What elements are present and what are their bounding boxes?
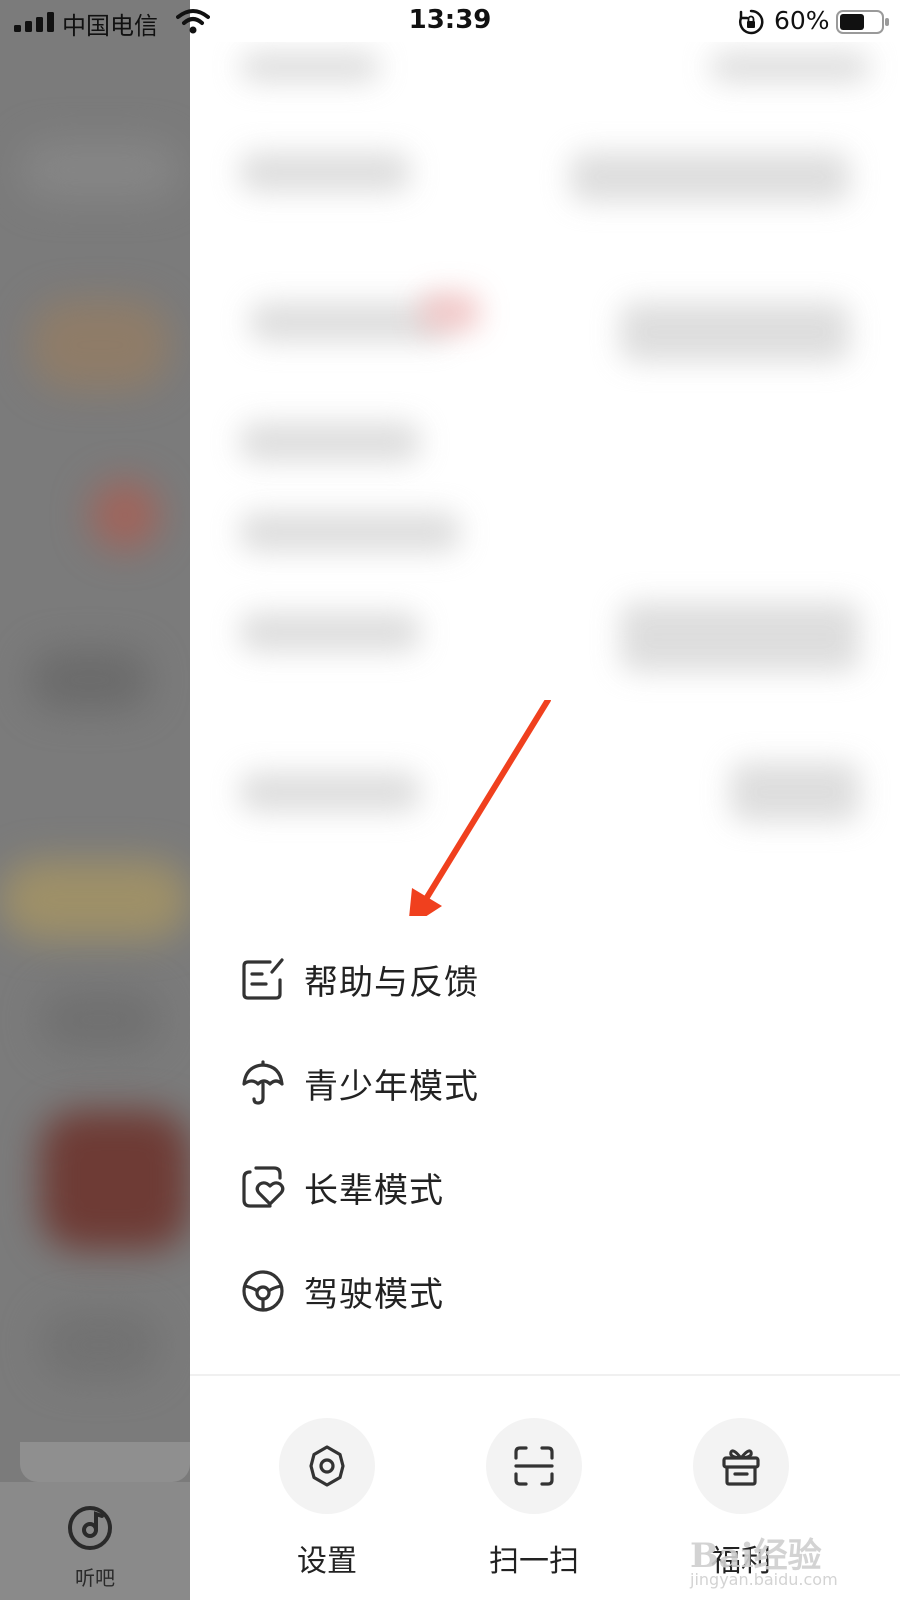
watermark: Bai经验 jingyan.baidu.com: [690, 1528, 870, 1594]
gift-icon: [722, 1449, 760, 1486]
umbrella-icon: [242, 1060, 284, 1105]
menu-item-label: 帮助与反馈: [304, 962, 479, 1003]
dimmed-background-app[interactable]: 听吧: [0, 0, 190, 1600]
watermark-url: jingyan.baidu.com: [690, 1570, 838, 1589]
scan-icon: [514, 1446, 554, 1486]
menu-item-teen-mode[interactable]: 青少年模式: [240, 1048, 860, 1118]
scan-circle[interactable]: [486, 1418, 582, 1514]
heart-photo-icon: [242, 1166, 285, 1208]
screen: 听吧 中国电信 13:39 60% 帮助与反馈 青少年模式 长辈模式 驾驶模式 …: [0, 0, 900, 1600]
menu-item-label: 长辈模式: [304, 1170, 444, 1211]
menu-item-elder-mode[interactable]: 长辈模式: [240, 1152, 860, 1222]
music-disc-icon[interactable]: [66, 1504, 114, 1552]
steering-wheel-icon: [242, 1270, 284, 1312]
annotation-arrow: [408, 700, 551, 928]
settings-button[interactable]: 设置: [262, 1418, 392, 1580]
menu-item-help-feedback[interactable]: 帮助与反馈: [240, 944, 860, 1014]
listen-tab-label[interactable]: 听吧: [0, 1562, 190, 1591]
rotation-lock-icon: [739, 9, 764, 35]
menu-item-label: 驾驶模式: [304, 1274, 444, 1315]
side-menu-sheet: 帮助与反馈 青少年模式 长辈模式 驾驶模式 设置 扫一扫 福利: [190, 916, 900, 1600]
status-time: 13:39: [408, 5, 492, 35]
settings-circle[interactable]: [279, 1418, 375, 1514]
welfare-circle[interactable]: [693, 1418, 789, 1514]
menu-item-label: 青少年模式: [304, 1066, 479, 1107]
gear-icon: [309, 1445, 345, 1487]
battery-icon: [836, 10, 889, 34]
menu-item-driving-mode[interactable]: 驾驶模式: [240, 1256, 860, 1326]
panel-edge: [20, 1442, 190, 1482]
settings-label: 设置: [297, 1544, 357, 1579]
bottom-nav: 听吧: [0, 1442, 190, 1600]
status-bar: 中国电信 13:39 60%: [0, 0, 900, 42]
battery-percent: 60%: [774, 6, 830, 35]
scan-button[interactable]: 扫一扫: [469, 1418, 599, 1580]
feedback-icon: [242, 958, 284, 1000]
menu-divider: [190, 1374, 900, 1376]
scan-label: 扫一扫: [489, 1544, 579, 1579]
